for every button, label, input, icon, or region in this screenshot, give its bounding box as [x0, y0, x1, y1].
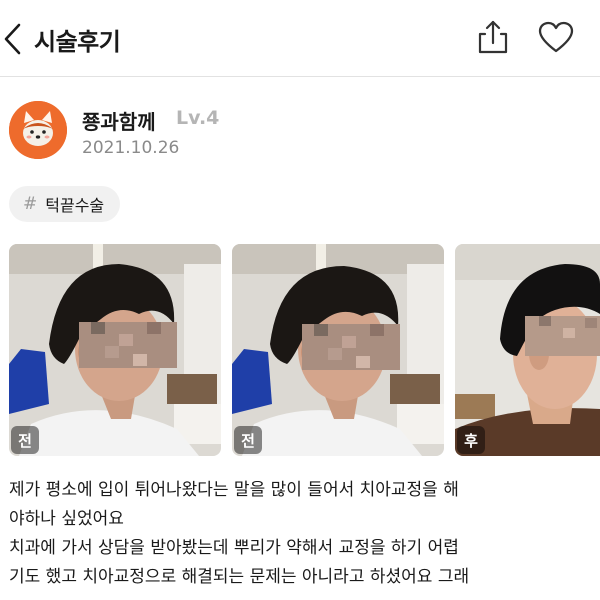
photo-image	[9, 244, 221, 456]
avatar[interactable]	[9, 101, 67, 159]
tag-chip[interactable]: # 턱끝수술	[9, 186, 121, 222]
share-button[interactable]	[476, 18, 510, 58]
photo-badge: 후	[457, 426, 485, 454]
fox-avatar-icon	[9, 101, 67, 159]
after-photo[interactable]: 후	[455, 244, 600, 456]
back-button[interactable]	[0, 18, 30, 58]
chevron-left-icon	[4, 23, 21, 55]
author-name[interactable]: 쭁과함께	[82, 106, 156, 135]
photo-badge: 전	[234, 426, 262, 454]
body-line: 치과에 가서 상담을 받아봤는데 뿌리가 약해서 교정을 하기 어렵	[9, 538, 459, 558]
share-icon	[478, 20, 508, 54]
author-level-badge: Lv.4	[176, 107, 220, 129]
body-line: 야하나 싶었어요	[9, 509, 124, 529]
body-line: 제가 평소에 입이 튀어나왔다는 말을 많이 들어서 치아교정을 해	[9, 480, 459, 500]
photo-badge: 전	[11, 426, 39, 454]
page-title: 시술후기	[34, 28, 121, 56]
photo-image	[455, 244, 600, 456]
like-button[interactable]	[536, 20, 576, 56]
photo-image	[232, 244, 444, 456]
before-photo-1[interactable]: 전	[9, 244, 221, 456]
top-bar: 시술후기	[0, 0, 600, 77]
post-body: 제가 평소에 입이 튀어나왔다는 말을 많이 들어서 치아교정을 해 야하나 싶…	[9, 476, 599, 592]
heart-icon	[538, 21, 574, 53]
post-date: 2021.10.26	[82, 138, 180, 158]
tag-label: 턱끝수술	[45, 196, 105, 215]
body-line: 기도 했고 치아교정으로 해결되는 문제는 아니라고 하셨어요 그래	[9, 567, 470, 587]
hashtag-icon: #	[23, 194, 38, 214]
before-photo-2[interactable]: 전	[232, 244, 444, 456]
